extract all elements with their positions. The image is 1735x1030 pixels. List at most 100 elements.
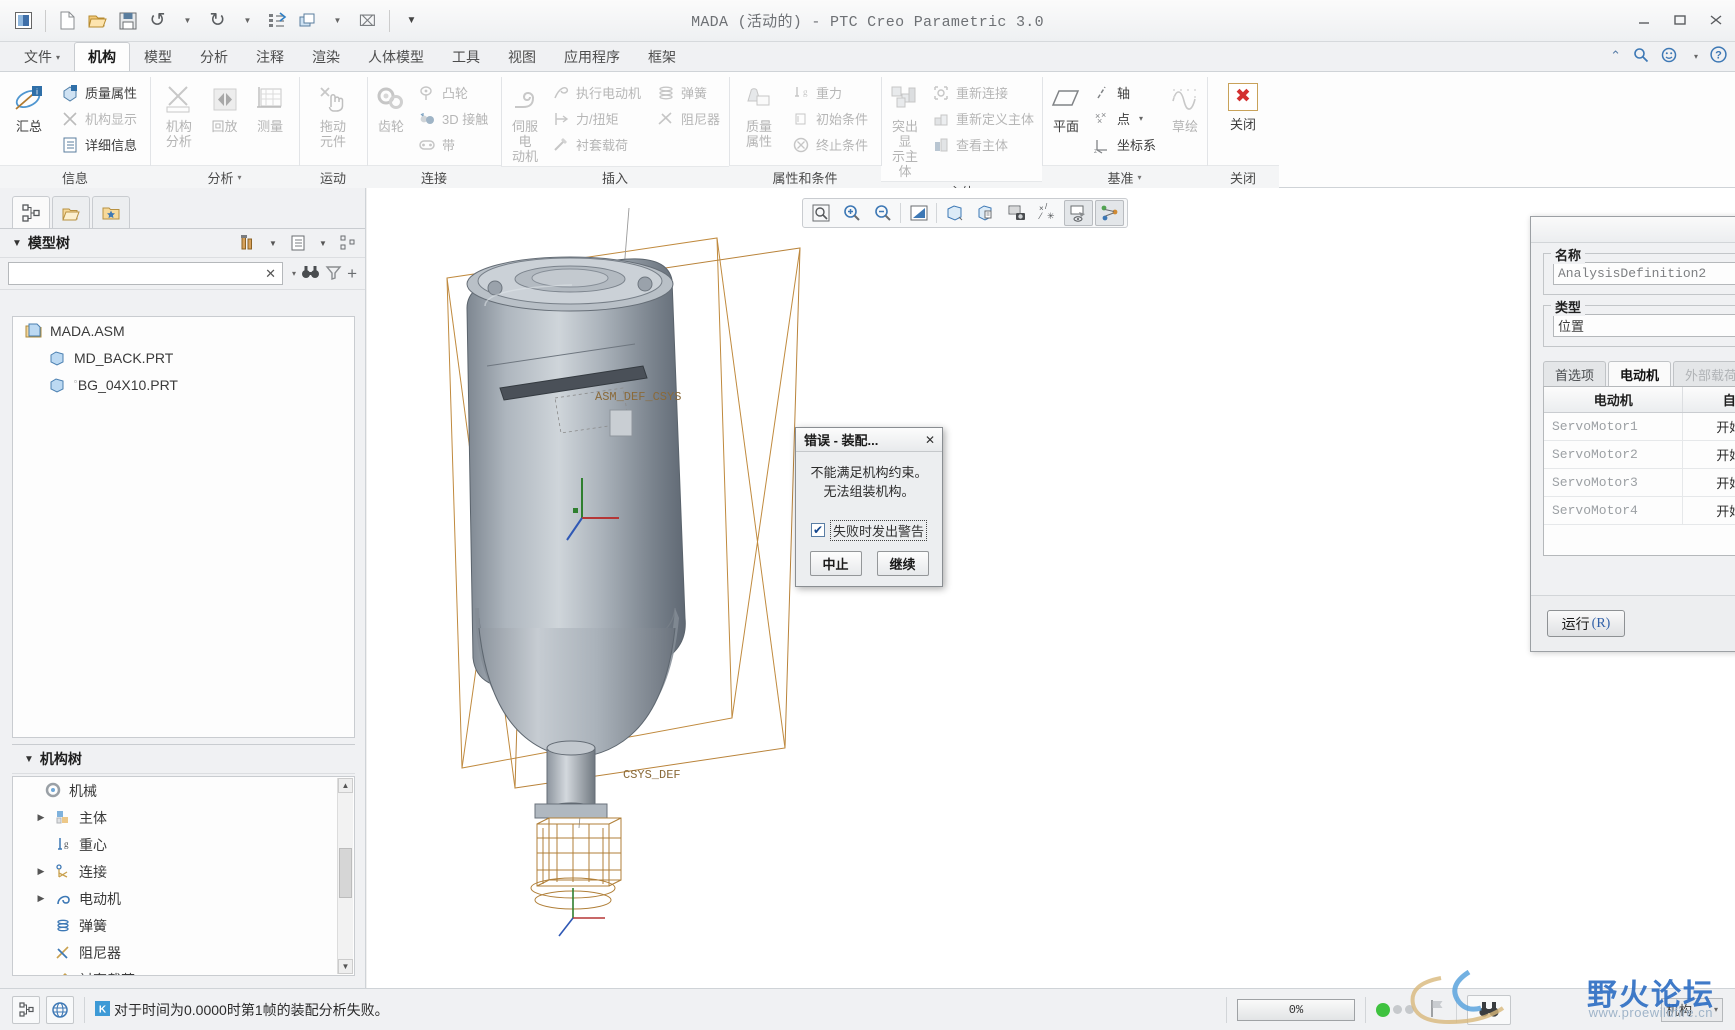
detail-info-button[interactable]: 详细信息 [56,132,144,157]
tab-manikin[interactable]: 人体模型 [354,42,438,71]
expand-arrow-icon[interactable]: ▶ [35,866,47,877]
flag-icon[interactable] [1428,998,1446,1021]
analysis-name-input[interactable] [1553,262,1735,285]
repaint-icon[interactable] [904,200,933,226]
collapse-triangle-icon[interactable]: ▼ [12,238,22,249]
termination-condition-button[interactable]: 终止条件 [787,132,875,157]
summary-button[interactable]: i 汇总 [6,77,52,157]
list-item[interactable]: MD_BACK.PRT [13,344,354,371]
scroll-up-arrow-icon[interactable]: ▲ [338,778,353,793]
force-torque-button[interactable]: 力/扭矩 [547,106,648,131]
zoom-fit-icon[interactable] [806,200,835,226]
help-icon[interactable]: ? [1710,46,1727,66]
list-item[interactable]: 弹簧 [13,912,354,939]
list-item[interactable]: ▫BG_04X10.PRT [13,371,354,398]
expand-arrow-icon[interactable]: ▶ [35,812,47,823]
perspective-view-icon[interactable] [1002,200,1031,226]
regenerate-icon[interactable] [264,7,291,34]
minimize-button[interactable] [1633,10,1655,30]
redefine-body-button[interactable]: 重新定义主体 [927,106,1041,131]
datum-point-button[interactable]: × × × 点 ▾ [1088,106,1163,131]
saved-views-icon[interactable] [971,200,1000,226]
bushing-load-button[interactable]: 衬套载荷 [547,132,648,157]
playback-button[interactable]: 回放 [202,77,248,157]
tab-render[interactable]: 渲染 [298,42,354,71]
collapse-ribbon-icon[interactable]: ⌃ [1610,48,1621,64]
chevron-down-icon[interactable]: ▾ [292,269,296,278]
collapse-triangle-icon[interactable]: ▼ [24,754,34,765]
analysis-definition-dialog[interactable]: 分析定 名称 类型 首选项 电动机 外部载荷 电动机 自 [1530,216,1735,652]
list-item[interactable]: ▶ 电动机 [13,885,354,912]
tab-analysis[interactable]: 分析 [186,42,242,71]
analysis-type-select[interactable] [1553,314,1735,337]
list-item[interactable]: ▶ 连接 [13,858,354,885]
highlight-body-button[interactable]: 突出显 示主体 [887,77,923,181]
chevron-down-icon[interactable]: ▾ [1138,173,1142,182]
motors-table[interactable]: 电动机 自 ServoMotor1 开始 ServoMotor2 开始 Serv… [1543,386,1735,556]
zoom-in-icon[interactable] [837,200,866,226]
list-item[interactable]: MADA.ASM [13,317,354,344]
list-item[interactable]: 机械 [13,777,354,804]
display-style-icon[interactable] [940,200,969,226]
tree-columns-icon[interactable] [337,232,359,254]
annotation-display-icon[interactable] [1064,200,1093,226]
list-item[interactable]: ▶ 主体 [13,804,354,831]
open-folder-icon[interactable] [84,7,111,34]
drag-component-button[interactable]: 拖动 元件 [305,77,361,157]
tab-external-loads[interactable]: 外部载荷 [1673,361,1735,386]
folder-browser-tab[interactable] [52,196,90,228]
mass-properties-big-button[interactable]: 质量 属性 [735,77,783,157]
sketch-button[interactable]: 草绘 [1167,77,1203,157]
close-mechanism-button[interactable]: ✖ 关闭 [1214,77,1272,157]
close-window-icon[interactable]: ⌧ [354,7,381,34]
warn-on-failure-checkbox[interactable]: ✔ 失败时发出警告 [796,519,942,541]
search-box[interactable]: ✕ [8,262,284,285]
initial-condition-button[interactable]: 初始条件 [787,106,875,131]
web-browser-toggle-icon[interactable] [46,995,74,1024]
abort-button[interactable]: 中止 [809,550,862,576]
maximize-button[interactable] [1669,10,1691,30]
list-item[interactable]: 衬套载荷 [13,966,354,975]
list-item[interactable]: g 重心 [13,831,354,858]
error-dialog[interactable]: 错误 - 装配... ✕ 不能满足机构约束。 无法组装机构。 ✔ 失败时发出警告… [795,427,943,587]
cam-button[interactable]: 凸轮 [413,80,495,105]
window-switch-icon[interactable] [294,7,321,34]
force-motor-button[interactable]: 执行电动机 [547,80,648,105]
datum-axis-button[interactable]: 轴 [1088,80,1163,105]
account-icon[interactable] [1661,47,1678,66]
mode-selector[interactable]: 机构 ▾ [1661,997,1723,1022]
tab-preferences[interactable]: 首选项 [1543,361,1607,386]
contact-3d-button[interactable]: 3D 接触 [413,106,495,131]
tab-mechanism[interactable]: 机构 [74,42,131,71]
mechanism-display-button[interactable]: 机构显示 [56,106,144,131]
tab-framework[interactable]: 框架 [634,42,690,71]
save-icon[interactable] [114,7,141,34]
settings-caret-icon[interactable]: ▼ [262,232,284,254]
find-binoculars-icon[interactable] [1467,994,1511,1025]
tab-annotate[interactable]: 注释 [242,42,298,71]
continue-button[interactable]: 继续 [876,550,929,576]
app-menu-icon[interactable] [10,7,37,34]
search-icon[interactable] [1633,47,1649,66]
datum-display-filters-icon[interactable]: × / ⁄ ✳ [1033,200,1062,226]
measure-button[interactable]: 测量 [247,77,293,157]
tab-motors[interactable]: 电动机 [1608,361,1672,386]
display-caret-icon[interactable]: ▼ [312,232,334,254]
redo-caret-icon[interactable]: ▼ [234,7,261,34]
redo-icon[interactable]: ↻ [204,7,231,34]
mass-properties-button[interactable]: 质量属性 [56,80,144,105]
list-item[interactable]: 阻尼器 [13,939,354,966]
close-icon[interactable]: ✕ [922,432,938,448]
damper-button[interactable]: 阻尼器 [652,106,727,131]
chevron-down-icon[interactable]: ▾ [238,173,242,182]
tab-applications[interactable]: 应用程序 [550,42,634,71]
model-tree-toggle-icon[interactable] [12,995,40,1024]
expand-arrow-icon[interactable]: ▶ [35,893,47,904]
scrollbar-thumb[interactable] [339,848,352,898]
find-binoculars-icon[interactable] [301,264,320,284]
settings-tools-icon[interactable] [237,232,259,254]
zoom-out-icon[interactable] [868,200,897,226]
table-row[interactable]: ServoMotor3 开始 [1544,468,1735,497]
tab-view[interactable]: 视图 [494,42,550,71]
gravity-button[interactable]: g 重力 [787,80,875,105]
